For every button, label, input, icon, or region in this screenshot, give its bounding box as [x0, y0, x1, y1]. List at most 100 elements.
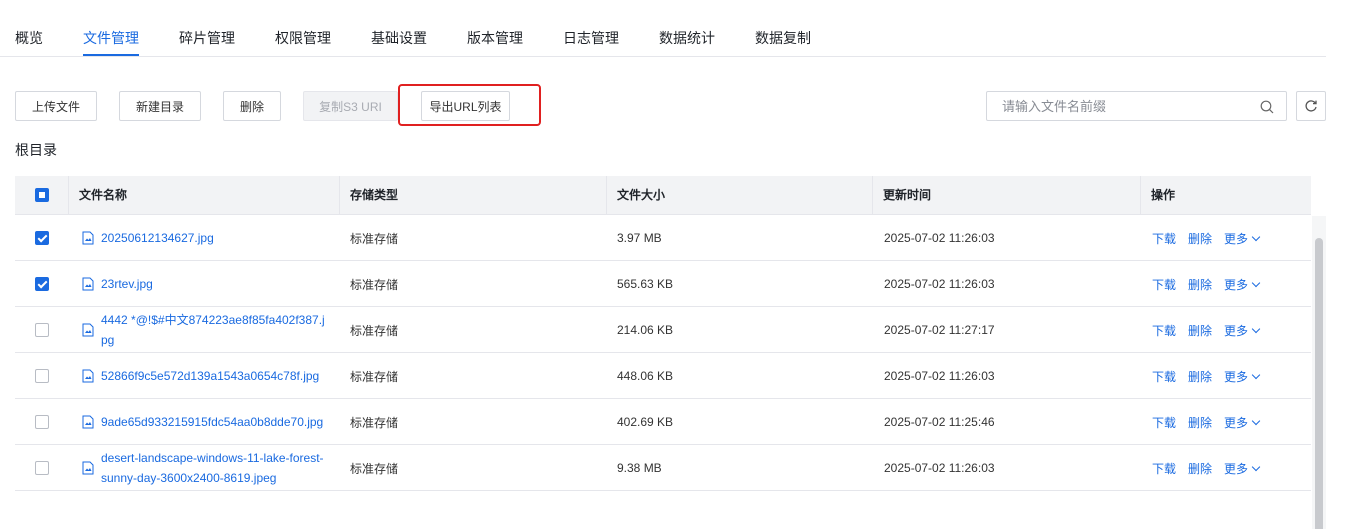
- chevron-down-icon: [1251, 416, 1261, 425]
- refresh-button[interactable]: [1296, 91, 1326, 121]
- updated-time-cell: 2025-07-02 11:26:03: [884, 231, 995, 245]
- more-label: 更多: [1224, 461, 1249, 476]
- actions-cell: 下载删除更多: [1152, 261, 1261, 307]
- download-link[interactable]: 下载: [1152, 322, 1176, 339]
- select-all-checkbox[interactable]: [35, 188, 49, 202]
- chevron-down-icon: [1251, 462, 1261, 471]
- delete-link[interactable]: 删除: [1188, 322, 1212, 339]
- upload-file-button[interactable]: 上传文件: [15, 91, 97, 121]
- delete-link[interactable]: 删除: [1188, 230, 1212, 247]
- refresh-icon: [1305, 100, 1317, 112]
- table-scrollbar[interactable]: [1312, 216, 1326, 529]
- search-box: [986, 91, 1287, 121]
- header-storage-type[interactable]: 存储类型: [340, 176, 607, 214]
- actions-cell: 下载删除更多: [1152, 399, 1261, 445]
- file-name-cell: 20250612134627.jpg: [15, 215, 340, 261]
- updated-time-cell: 2025-07-02 11:25:46: [884, 415, 995, 429]
- updated-time-cell: 2025-07-02 11:26:03: [884, 369, 995, 383]
- export-url-list-button[interactable]: 导出URL列表: [421, 91, 510, 121]
- tab-version-management[interactable]: 版本管理: [467, 28, 523, 48]
- more-label: 更多: [1224, 415, 1249, 430]
- header-select-cell: [15, 176, 69, 214]
- file-size-cell: 565.63 KB: [617, 277, 674, 291]
- file-size-cell: 9.38 MB: [617, 461, 662, 475]
- header-actions: 操作: [1151, 188, 1176, 202]
- storage-type-cell: 标准存储: [350, 231, 399, 246]
- storage-type-cell: 标准存储: [350, 323, 399, 338]
- table-header: 文件名称 存储类型 文件大小 更新时间 操作: [15, 176, 1311, 214]
- image-file-icon: [82, 277, 94, 291]
- file-name-cell: desert-landscape-windows-11-lake-forest-…: [15, 445, 340, 491]
- tab-overview[interactable]: 概览: [15, 28, 43, 48]
- chevron-down-icon: [1251, 324, 1261, 333]
- delete-button[interactable]: 删除: [223, 91, 281, 121]
- new-directory-button[interactable]: 新建目录: [119, 91, 201, 121]
- breadcrumb: 根目录: [15, 142, 57, 158]
- tab-basic-settings[interactable]: 基础设置: [371, 28, 427, 48]
- delete-link[interactable]: 删除: [1188, 368, 1212, 385]
- table-row[interactable]: desert-landscape-windows-11-lake-forest-…: [15, 445, 1311, 491]
- file-name-link[interactable]: 9ade65d933215915fdc54aa0b8dde70.jpg: [101, 412, 327, 432]
- table-row[interactable]: 20250612134627.jpg 标准存储 3.97 MB 2025-07-02 …: [15, 215, 1311, 261]
- image-file-icon: [82, 323, 94, 337]
- actions-cell: 下载删除更多: [1152, 307, 1261, 353]
- download-link[interactable]: 下载: [1152, 368, 1176, 385]
- more-label: 更多: [1224, 323, 1249, 338]
- search-input[interactable]: [987, 92, 1247, 120]
- image-file-icon: [82, 415, 94, 429]
- more-dropdown[interactable]: 更多: [1224, 414, 1261, 431]
- tab-data-replication[interactable]: 数据复制: [755, 28, 811, 48]
- delete-link[interactable]: 删除: [1188, 414, 1212, 431]
- scrollbar-thumb[interactable]: [1315, 238, 1323, 529]
- file-name-link[interactable]: 4442 *@!$#中文874223ae8f85fa402f387.jpg: [101, 310, 327, 350]
- header-file-name[interactable]: 文件名称: [69, 176, 340, 214]
- actions-cell: 下载删除更多: [1152, 353, 1261, 399]
- table-row[interactable]: 4442 *@!$#中文874223ae8f85fa402f387.jpg 标准存…: [15, 307, 1311, 353]
- file-name-cell: 23rtev.jpg: [15, 261, 340, 307]
- actions-cell: 下载删除更多: [1152, 445, 1261, 491]
- storage-type-cell: 标准存储: [350, 369, 399, 384]
- tab-file-management[interactable]: 文件管理: [83, 28, 139, 48]
- download-link[interactable]: 下载: [1152, 230, 1176, 247]
- file-table: 20250612134611.jpg标准存储4.74 MB2025-07-02 …: [15, 176, 1326, 529]
- updated-time-cell: 2025-07-02 11:27:17: [884, 323, 995, 337]
- file-size-cell: 402.69 KB: [617, 415, 674, 429]
- tab-permission-management[interactable]: 权限管理: [275, 28, 331, 48]
- tab-log-management[interactable]: 日志管理: [563, 28, 619, 48]
- active-tab-indicator: [83, 54, 139, 56]
- file-name-cell: 4442 *@!$#中文874223ae8f85fa402f387.jpg: [15, 307, 340, 353]
- header-updated-time[interactable]: 更新时间: [873, 176, 1141, 214]
- file-name-link[interactable]: 52866f9c5e572d139a1543a0654c78f.jpg: [101, 366, 327, 386]
- file-name-link[interactable]: 20250612134627.jpg: [101, 228, 327, 248]
- more-dropdown[interactable]: 更多: [1224, 460, 1261, 477]
- more-dropdown[interactable]: 更多: [1224, 230, 1261, 247]
- delete-link[interactable]: 删除: [1188, 460, 1212, 477]
- file-name-link[interactable]: 23rtev.jpg: [101, 274, 327, 294]
- file-name-link[interactable]: desert-landscape-windows-11-lake-forest-…: [101, 448, 327, 488]
- more-label: 更多: [1224, 277, 1249, 292]
- more-dropdown[interactable]: 更多: [1224, 276, 1261, 293]
- header-file-size[interactable]: 文件大小: [607, 176, 873, 214]
- more-label: 更多: [1224, 231, 1249, 246]
- delete-link[interactable]: 删除: [1188, 276, 1212, 293]
- tab-data-statistics[interactable]: 数据统计: [659, 28, 715, 48]
- updated-time-cell: 2025-07-02 11:26:03: [884, 277, 995, 291]
- copy-s3-uri-button[interactable]: 复制S3 URI: [303, 91, 398, 121]
- table-row[interactable]: 23rtev.jpg 标准存储 565.63 KB 2025-07-02 11:26:…: [15, 261, 1311, 307]
- search-icon[interactable]: [1260, 100, 1274, 114]
- chevron-down-icon: [1251, 232, 1261, 241]
- tab-fragment-management[interactable]: 碎片管理: [179, 28, 235, 48]
- table-row[interactable]: 52866f9c5e572d139a1543a0654c78f.jpg 标准存储 4…: [15, 353, 1311, 399]
- chevron-down-icon: [1251, 370, 1261, 379]
- table-row[interactable]: 9ade65d933215915fdc54aa0b8dde70.jpg 标准存储 4…: [15, 399, 1311, 445]
- download-link[interactable]: 下载: [1152, 460, 1176, 477]
- download-link[interactable]: 下载: [1152, 414, 1176, 431]
- download-link[interactable]: 下载: [1152, 276, 1176, 293]
- storage-type-cell: 标准存储: [350, 415, 399, 430]
- file-size-cell: 3.97 MB: [617, 231, 662, 245]
- more-dropdown[interactable]: 更多: [1224, 368, 1261, 385]
- more-label: 更多: [1224, 369, 1249, 384]
- image-file-icon: [82, 369, 94, 383]
- more-dropdown[interactable]: 更多: [1224, 322, 1261, 339]
- file-size-cell: 214.06 KB: [617, 323, 674, 337]
